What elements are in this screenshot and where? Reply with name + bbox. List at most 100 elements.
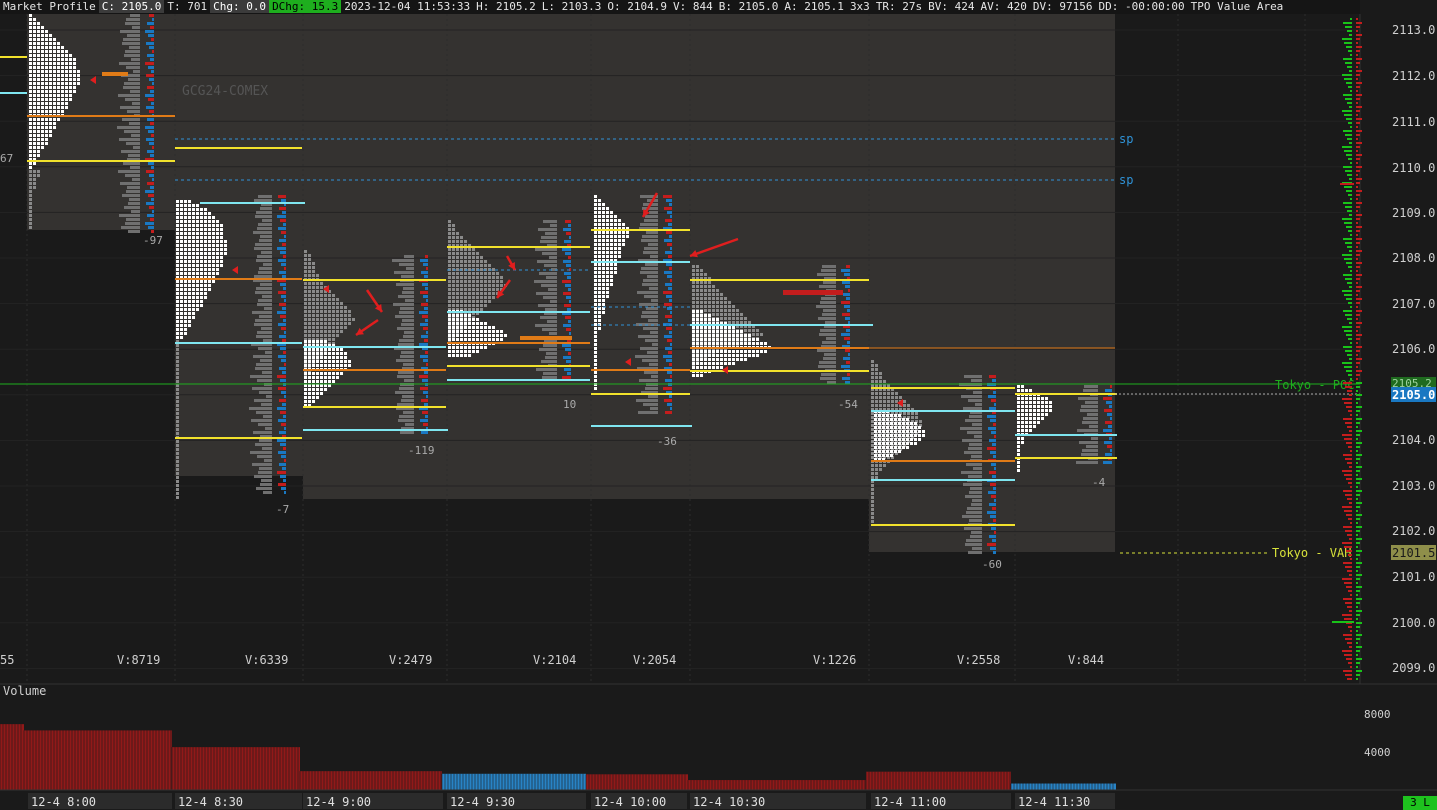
tpo-cell xyxy=(37,26,40,29)
tpo-cell xyxy=(332,330,335,333)
tpo-cell xyxy=(176,400,179,403)
tpo-cell xyxy=(464,330,467,333)
bid-ask-bar xyxy=(989,503,996,506)
tpo-cell xyxy=(312,340,315,343)
tpo-cell xyxy=(53,42,56,45)
bid-ask-bar xyxy=(568,224,571,227)
volume-profile-bar xyxy=(962,515,982,518)
bid-ask-bar xyxy=(989,439,996,442)
tpo-cell xyxy=(728,317,731,320)
bid-ask-bar xyxy=(279,399,286,402)
bid-ask-bar xyxy=(426,363,428,366)
bid-ask-bar xyxy=(993,519,996,522)
tpo-cell xyxy=(875,392,878,395)
tpo-cell xyxy=(700,314,703,317)
tpo-cell xyxy=(728,326,731,329)
tpo-cell xyxy=(1025,421,1028,424)
tpo-cell xyxy=(336,334,339,337)
tpo-cell xyxy=(61,62,64,65)
daily-change: DChg: 15.3 xyxy=(269,0,342,13)
bid-ask-bar xyxy=(277,215,286,218)
tpo-cell xyxy=(704,358,707,361)
tpo-cell xyxy=(898,446,901,449)
tpo-cell xyxy=(316,340,319,343)
tpo-cell xyxy=(700,318,703,321)
tpo-cell xyxy=(720,309,723,312)
tpo-cell xyxy=(340,360,343,363)
tpo-cell xyxy=(204,220,207,223)
tpo-cell xyxy=(704,318,707,321)
volume-profile-bar xyxy=(1083,389,1098,392)
tpo-cell xyxy=(692,358,695,361)
tpo-cell xyxy=(33,38,36,41)
tpo-cell xyxy=(594,331,597,334)
tpo-cell xyxy=(464,318,467,321)
status-corner[interactable]: 3 L xyxy=(1403,796,1437,810)
volume-profile-bar xyxy=(251,419,272,422)
tpo-cell xyxy=(196,292,199,295)
tpo-cell xyxy=(484,346,487,349)
tpo-cell xyxy=(618,219,621,222)
ladder-tick xyxy=(1356,190,1362,192)
volume-profile-bar xyxy=(399,415,414,418)
volume-pane[interactable]: Volume 8000 4000 xyxy=(0,683,1437,790)
tpo-cell xyxy=(212,260,215,263)
tpo-cell xyxy=(456,354,459,357)
volume-profile-bar xyxy=(263,415,272,418)
tpo-cell xyxy=(456,248,459,251)
tpo-cell xyxy=(740,350,743,353)
tpo-cell xyxy=(464,296,467,299)
volume-profile-bar xyxy=(970,535,982,538)
tpo-cell xyxy=(744,334,747,337)
tpo-cell xyxy=(49,78,52,81)
volume-profile-bar xyxy=(973,391,982,394)
bid-ask-bar xyxy=(281,487,286,490)
tpo-cell xyxy=(49,102,52,105)
tpo-cell xyxy=(476,326,479,329)
bid-ask-bar xyxy=(280,283,286,286)
tpo-cell xyxy=(328,326,331,329)
ladder-tick xyxy=(1356,182,1360,184)
tpo-cell xyxy=(200,280,203,283)
tpo-cell xyxy=(456,252,459,255)
tpo-cell xyxy=(29,134,32,137)
tpo-cell xyxy=(476,256,479,259)
volume-profile-bar xyxy=(250,375,272,378)
tpo-cell xyxy=(316,376,319,379)
tpo-cell xyxy=(452,314,455,317)
tpo-cell xyxy=(29,78,32,81)
volume-profile-bar xyxy=(264,459,272,462)
tpo-cell xyxy=(208,252,211,255)
tpo-cell xyxy=(692,334,695,337)
ladder-tick xyxy=(1356,118,1362,120)
tpo-cell xyxy=(712,326,715,329)
tpo-cell xyxy=(594,207,597,210)
tpo-cell xyxy=(344,364,347,367)
tpo-cell xyxy=(598,303,601,306)
tpo-cell xyxy=(906,446,909,449)
tpo-cell xyxy=(196,204,199,207)
tpo-cell xyxy=(594,347,597,350)
tpo-cell xyxy=(894,438,897,441)
tpo-cell xyxy=(208,260,211,263)
tpo-cell xyxy=(452,272,455,275)
tpo-cell xyxy=(41,138,44,141)
tpo-cell xyxy=(594,355,597,358)
volume-profile-bar xyxy=(121,226,140,229)
time-axis[interactable]: 12-4 8:00 12-4 8:30 12-4 9:00 12-4 9:30 … xyxy=(0,789,1437,810)
bid-ask-bar xyxy=(668,319,672,322)
bid-ask-bar xyxy=(993,487,996,490)
volume-profile-bar xyxy=(259,267,272,270)
tpo-cell xyxy=(902,434,905,437)
delta-label: 67 xyxy=(0,152,13,165)
volume-profile-bar xyxy=(261,403,272,406)
tpo-cell xyxy=(906,418,909,421)
tpo-cell xyxy=(320,388,323,391)
bid-ask-bar xyxy=(667,339,672,342)
market-profile-chart[interactable]: GCG24-COMEX sp sp Tokyo - POC Tokyo - VA… xyxy=(0,0,1437,810)
tpo-cell xyxy=(606,251,609,254)
delta-label: -60 xyxy=(982,558,1002,571)
tpo-cell xyxy=(200,272,203,275)
tpo-cell xyxy=(692,354,695,357)
bid-ask-bar xyxy=(562,344,571,347)
